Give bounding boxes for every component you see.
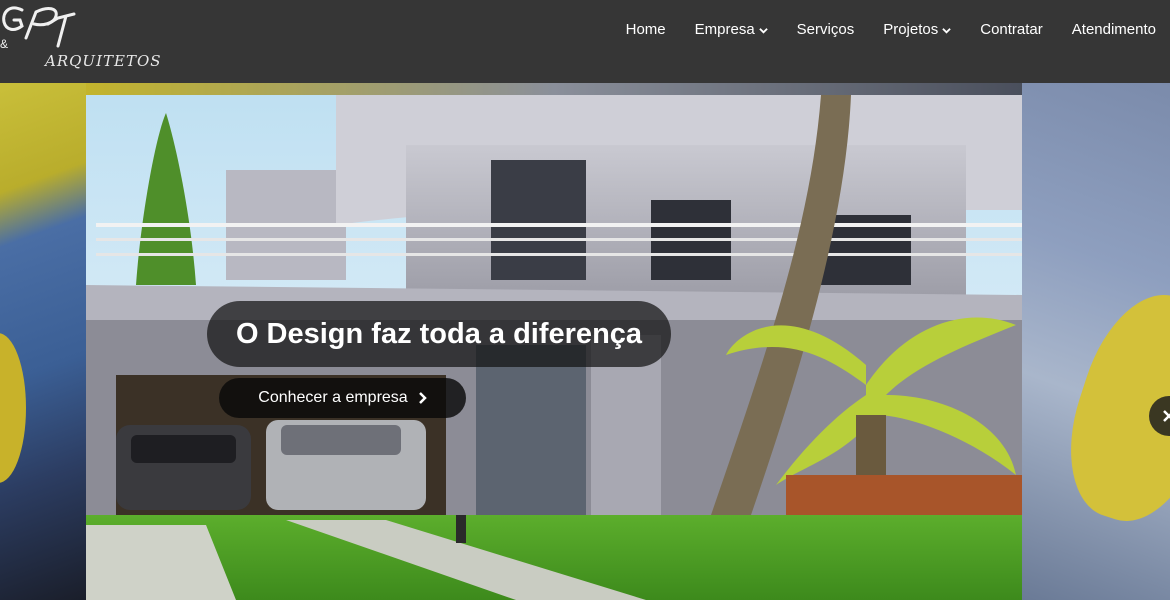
logo-mark-icon: & bbox=[0, 6, 76, 51]
chevron-down-icon bbox=[942, 27, 951, 34]
chevron-down-icon bbox=[758, 27, 768, 34]
nav-home-label: Home bbox=[625, 21, 666, 38]
hero-slider: O Design faz toda a diferença Conhecer a… bbox=[0, 83, 1170, 600]
nav-servicos[interactable]: Serviços bbox=[797, 20, 855, 40]
hero-background-left bbox=[0, 83, 86, 600]
about-company-button-label: Conhecer a empresa bbox=[258, 389, 408, 406]
hero-background-top bbox=[86, 83, 1022, 95]
logo-subtitle: ARQUITETOS bbox=[45, 52, 162, 70]
main-nav: Home Empresa Serviços Projetos Contratar… bbox=[626, 20, 1156, 40]
chevron-right-icon bbox=[418, 392, 427, 404]
nav-atendimento[interactable]: Atendimento bbox=[1072, 20, 1156, 40]
arrow-right-icon bbox=[1163, 410, 1170, 422]
nav-contratar[interactable]: Contratar bbox=[980, 20, 1043, 40]
slide-caption-title: O Design faz toda a diferença bbox=[207, 301, 671, 367]
hero-background-right bbox=[1022, 83, 1170, 600]
nav-servicos-label: Serviços bbox=[796, 21, 855, 38]
nav-empresa[interactable]: Empresa bbox=[695, 20, 768, 40]
nav-projetos[interactable]: Projetos bbox=[883, 20, 951, 40]
nav-projetos-label: Projetos bbox=[883, 21, 939, 38]
logo-ampersand: & bbox=[0, 37, 8, 51]
site-logo[interactable]: & ARQUITETOS bbox=[0, 2, 162, 74]
nav-empresa-label: Empresa bbox=[694, 21, 755, 38]
nav-atendimento-label: Atendimento bbox=[1071, 21, 1156, 38]
site-header: & ARQUITETOS Home Empresa Serviços Proje… bbox=[0, 0, 1170, 83]
nav-home[interactable]: Home bbox=[626, 20, 666, 40]
nav-contratar-label: Contratar bbox=[980, 21, 1043, 38]
about-company-button[interactable]: Conhecer a empresa bbox=[219, 378, 466, 418]
